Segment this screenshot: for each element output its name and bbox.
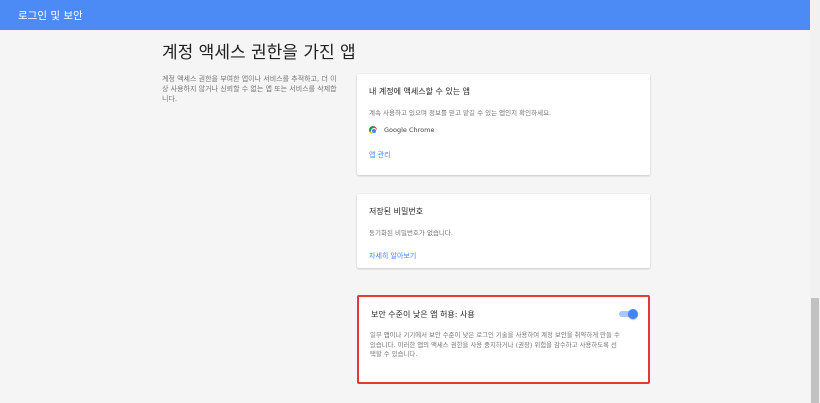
page-title: 계정 액세스 권한을 가진 앱	[162, 43, 356, 63]
chrome-icon	[369, 126, 377, 134]
card-description: 동기화된 비밀번호가 없습니다.	[369, 229, 453, 237]
vertical-scrollbar[interactable]	[810, 0, 820, 403]
app-bar-title: 로그인 및 보안	[18, 10, 83, 22]
card-description: 계속 사용하고 있으며 정보를 믿고 맡길 수 있는 앱인지 확인하세요.	[369, 109, 552, 117]
card-title: 보안 수준이 낮은 앱 허용: 사용	[371, 310, 475, 319]
apps-with-access-card: 내 계정에 액세스할 수 있는 앱 계속 사용하고 있으며 정보를 믿고 맡길 …	[357, 74, 650, 175]
app-list-item: Google Chrome	[369, 126, 434, 134]
card-title: 내 계정에 액세스할 수 있는 앱	[369, 87, 471, 96]
learn-more-link[interactable]: 자세히 알아보기	[369, 251, 416, 261]
app-name: Google Chrome	[384, 126, 435, 134]
card-description: 일부 앱이나 기기에서 보안 수준이 낮은 로그인 기술을 사용하여 계정 보안…	[370, 331, 620, 358]
page-description: 계정 액세스 권한을 부여한 앱이나 서비스를 추적하고, 더 이상 사용하지 …	[162, 75, 337, 103]
less-secure-apps-toggle[interactable]	[619, 309, 638, 319]
card-title: 저장된 비밀번호	[369, 207, 424, 216]
toggle-knob	[628, 309, 638, 319]
scrollbar-thumb[interactable]	[811, 298, 819, 403]
top-app-bar: 로그인 및 보안	[0, 0, 810, 30]
saved-passwords-card: 저장된 비밀번호 동기화된 비밀번호가 없습니다. 자세히 알아보기	[357, 194, 650, 268]
manage-apps-link[interactable]: 앱 관리	[369, 150, 391, 160]
less-secure-apps-card: 보안 수준이 낮은 앱 허용: 사용 일부 앱이나 기기에서 보안 수준이 낮은…	[357, 295, 650, 384]
